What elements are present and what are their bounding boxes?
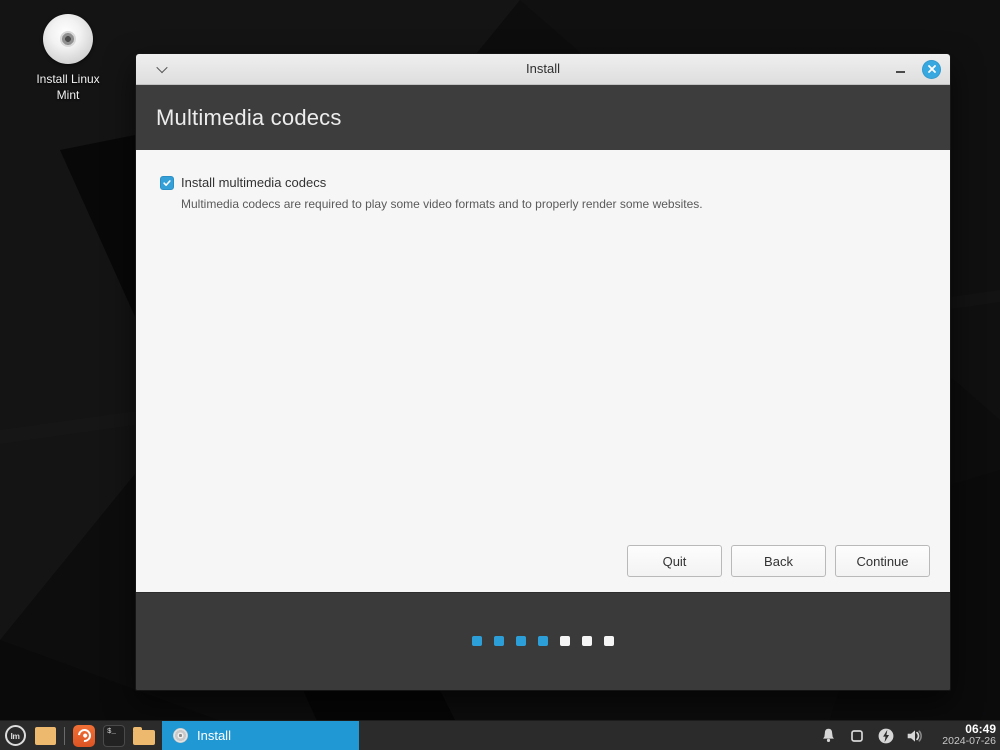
firefox-icon xyxy=(73,724,95,747)
taskbar-task-install[interactable]: Install xyxy=(162,720,359,750)
taskbar-tray: 06:49 2024-07-26 xyxy=(818,721,1000,750)
page-header: Multimedia codecs xyxy=(136,85,950,150)
page-content: Install multimedia codecs Multimedia cod… xyxy=(136,150,950,592)
firefox-launcher[interactable] xyxy=(69,721,99,750)
task-label: Install xyxy=(197,728,231,743)
progress-dot xyxy=(472,635,482,646)
mint-menu-button[interactable]: lm xyxy=(0,721,30,750)
progress-dots xyxy=(466,633,620,651)
taskbar-launchers: lm $_ Install xyxy=(0,720,359,750)
page-title: Multimedia codecs xyxy=(156,104,342,130)
progress-dot xyxy=(582,635,592,646)
minimize-button[interactable] xyxy=(891,60,909,78)
progress-dot xyxy=(516,635,526,646)
chevron-down-icon xyxy=(156,61,168,74)
progress-dot xyxy=(494,635,504,646)
minimize-icon xyxy=(895,71,905,73)
install-window: Install Multimedia codecs Install multim… xyxy=(135,53,951,691)
desktop-icon-label: Install Linux Mint xyxy=(36,72,100,103)
codecs-option-row[interactable]: Install multimedia codecs xyxy=(160,175,950,190)
clock-date: 2024-07-26 xyxy=(942,735,996,748)
volume-tray-button[interactable] xyxy=(905,725,925,747)
back-button[interactable]: Back xyxy=(731,545,826,577)
taskbar-separator xyxy=(64,726,65,745)
close-button[interactable] xyxy=(922,59,941,79)
progress-dot xyxy=(604,635,614,646)
window-controls xyxy=(891,54,941,84)
continue-button[interactable]: Continue xyxy=(835,545,930,577)
codecs-checkbox-label: Install multimedia codecs xyxy=(181,175,327,190)
notifications-tray-button[interactable] xyxy=(818,725,838,747)
checkmark-icon xyxy=(163,179,171,186)
clipboard-tray-button[interactable] xyxy=(847,725,867,747)
power-bolt-icon xyxy=(878,728,894,743)
desktop-icon-install-linux-mint[interactable]: Install Linux Mint xyxy=(28,14,108,103)
folder-icon xyxy=(133,726,155,745)
terminal-icon: $_ xyxy=(103,724,125,747)
progress-dot xyxy=(560,635,570,646)
clipboard-icon xyxy=(851,729,863,742)
desktop: Install Linux Mint Install Multimedia co… xyxy=(0,0,1000,750)
terminal-launcher[interactable]: $_ xyxy=(99,721,129,750)
install-codecs-checkbox[interactable] xyxy=(160,175,174,190)
cd-disc-icon xyxy=(43,14,93,64)
mint-menu-icon: lm xyxy=(4,725,26,746)
window-menu-button[interactable] xyxy=(150,54,174,84)
show-desktop-button[interactable] xyxy=(30,721,60,750)
power-tray-button[interactable] xyxy=(876,725,896,747)
cd-disc-icon xyxy=(173,728,188,743)
wizard-buttons: Quit Back Continue xyxy=(627,545,930,577)
window-titlebar[interactable]: Install xyxy=(136,54,950,85)
show-desktop-icon xyxy=(34,726,56,745)
taskbar-clock[interactable]: 06:49 2024-07-26 xyxy=(934,722,998,748)
window-title: Install xyxy=(526,61,560,76)
progress-dot xyxy=(538,635,548,646)
codecs-description: Multimedia codecs are required to play s… xyxy=(181,197,703,211)
wizard-footer xyxy=(136,592,950,690)
volume-icon xyxy=(907,729,922,742)
file-manager-launcher[interactable] xyxy=(129,721,159,750)
taskbar: lm $_ Install 06:49 2024-07-26 xyxy=(0,720,1000,750)
bell-icon xyxy=(822,728,834,742)
close-icon xyxy=(927,65,936,73)
quit-button[interactable]: Quit xyxy=(627,545,722,577)
